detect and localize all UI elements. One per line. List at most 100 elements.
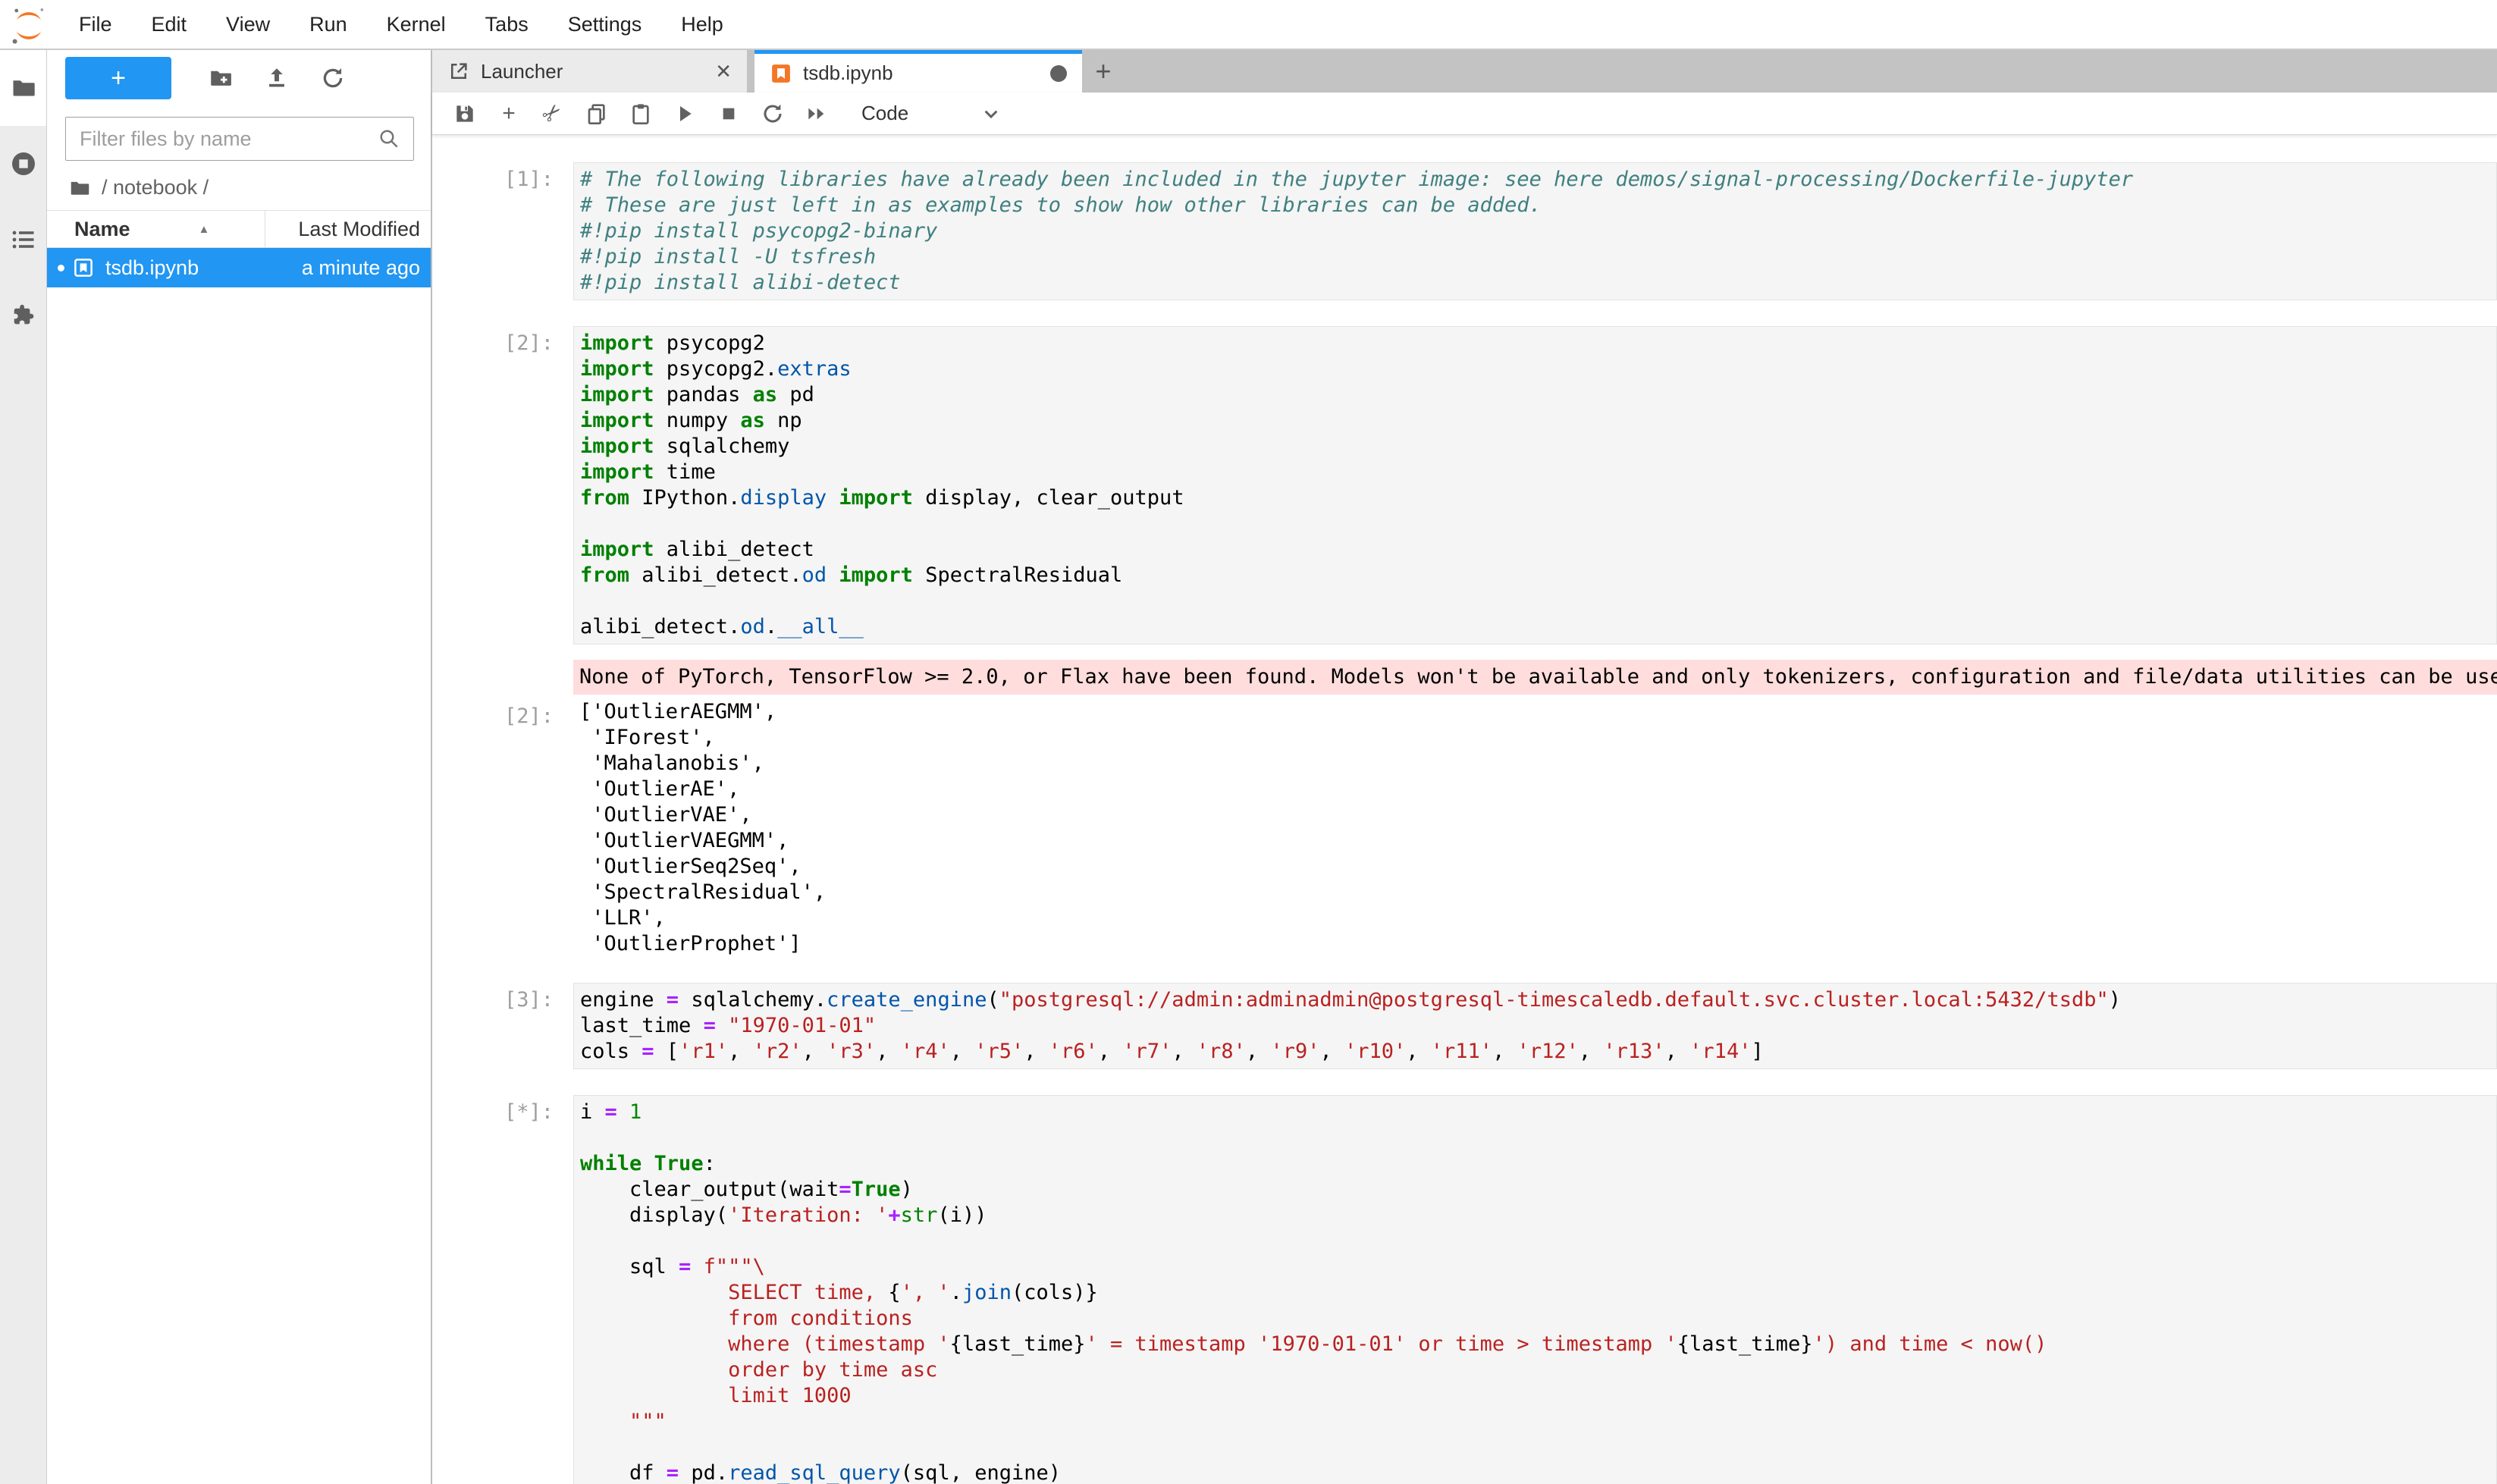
- refresh-file-list-button[interactable]: [305, 57, 361, 99]
- file-row-tsdb-ipynb[interactable]: tsdb.ipynb a minute ago: [47, 248, 431, 287]
- cell-type-dropdown-arrow[interactable]: [969, 93, 1013, 135]
- file-list-header: Name ▲ Last Modified: [47, 210, 431, 248]
- menu-settings[interactable]: Settings: [548, 0, 662, 49]
- unsaved-dot: [58, 265, 64, 271]
- restart-kernel-button[interactable]: [751, 93, 795, 135]
- code-line: clear_output(wait=True): [580, 1177, 2496, 1203]
- code-line: import psycopg2: [580, 331, 2496, 356]
- launcher-icon: [447, 60, 470, 83]
- upload-button[interactable]: [249, 57, 305, 99]
- code-line: [580, 1125, 2496, 1151]
- stop-circle-icon: [10, 150, 37, 177]
- file-filter-input[interactable]: [65, 117, 414, 161]
- sidebar-tab-running-kernels[interactable]: [0, 126, 46, 202]
- menu-help[interactable]: Help: [661, 0, 743, 49]
- code-line: while True:: [580, 1151, 2496, 1177]
- menu-bar: File Edit View Run Kernel Tabs Settings …: [0, 0, 2497, 50]
- sidebar-tab-table-of-contents[interactable]: [0, 202, 46, 278]
- insert-cell-button[interactable]: +: [487, 93, 531, 135]
- code-line: #!pip install alibi-detect: [580, 270, 2496, 296]
- code-line: [580, 1435, 2496, 1460]
- paste-icon: [629, 102, 653, 126]
- save-icon: [453, 102, 477, 126]
- code-cell: [3]:engine = sqlalchemy.create_engine("p…: [432, 983, 2497, 1069]
- menu-run[interactable]: Run: [290, 0, 367, 49]
- cell-prompt: [2]:: [432, 699, 573, 957]
- code-line: import pandas as pd: [580, 382, 2496, 408]
- menu-view[interactable]: View: [206, 0, 290, 49]
- new-launcher-button[interactable]: +: [65, 57, 171, 99]
- code-line: from IPython.display import display, cle…: [580, 485, 2496, 511]
- copy-cells-button[interactable]: [575, 93, 619, 135]
- file-last-modified: a minute ago: [302, 256, 431, 280]
- column-header-name[interactable]: Name ▲: [47, 211, 265, 247]
- menu-file[interactable]: File: [59, 0, 132, 49]
- notebook-scroll-area[interactable]: [1]: # The following libraries have alrea…: [432, 135, 2497, 1484]
- code-line: alibi_detect.od.__all__: [580, 614, 2496, 640]
- code-line: #!pip install psycopg2-binary: [580, 218, 2496, 244]
- list-icon: [10, 226, 37, 253]
- cell-type-dropdown[interactable]: Code: [861, 102, 908, 125]
- sidebar-tab-file-browser[interactable]: [0, 50, 46, 126]
- restart-run-all-button[interactable]: [795, 93, 839, 135]
- code-line: 'OutlierSeq2Seq',: [579, 854, 2497, 880]
- column-header-last-modified[interactable]: Last Modified: [265, 218, 431, 241]
- menu-tabs[interactable]: Tabs: [466, 0, 548, 49]
- tab-tsdb-ipynb[interactable]: tsdb.ipynb: [754, 50, 1082, 93]
- code-line: None of PyTorch, TensorFlow >= 2.0, or F…: [579, 664, 2497, 690]
- chevron-down-icon: [979, 102, 1003, 126]
- code-line: # These are just left in as examples to …: [580, 193, 2496, 218]
- interrupt-kernel-button[interactable]: [707, 93, 751, 135]
- notebook-toolbar: + ✂ Code: [432, 93, 2497, 135]
- code-line: where (timestamp '{last_time}' = timesta…: [580, 1332, 2496, 1357]
- upload-icon: [264, 65, 290, 91]
- sidebar-tab-extensions[interactable]: [0, 278, 46, 353]
- restart-icon: [761, 102, 785, 126]
- activity-bar: [0, 50, 47, 1484]
- code-line: last_time = "1970-01-01": [580, 1013, 2496, 1039]
- code-editor[interactable]: # The following libraries have already b…: [573, 162, 2497, 300]
- file-browser-panel: + / notebook / Na: [47, 50, 432, 1484]
- copy-icon: [585, 102, 609, 126]
- fast-forward-icon: [805, 102, 829, 126]
- code-line: 'OutlierAE',: [579, 777, 2497, 802]
- paste-cells-button[interactable]: [619, 93, 663, 135]
- code-editor[interactable]: engine = sqlalchemy.create_engine("postg…: [573, 983, 2497, 1069]
- output-text: ['OutlierAEGMM', 'IForest', 'Mahalanobis…: [573, 699, 2497, 957]
- cut-cells-button[interactable]: ✂: [531, 93, 575, 135]
- code-line: # The following libraries have already b…: [580, 167, 2496, 193]
- run-icon: [673, 102, 697, 126]
- code-line: import sqlalchemy: [580, 434, 2496, 460]
- refresh-icon: [320, 65, 346, 91]
- code-line: cols = ['r1', 'r2', 'r3', 'r4', 'r5', 'r…: [580, 1039, 2496, 1065]
- code-editor[interactable]: i = 1 while True: clear_output(wait=True…: [573, 1095, 2497, 1484]
- new-tab-button[interactable]: +: [1082, 50, 1125, 93]
- code-line: #!pip install -U tsfresh: [580, 244, 2496, 270]
- main-dock-panel: Launcher ✕ tsdb.ipynb + + ✂: [432, 50, 2497, 1484]
- close-tab-icon[interactable]: ✕: [715, 60, 732, 83]
- folder-icon: [10, 74, 37, 102]
- code-line: 'SpectralResidual',: [579, 880, 2497, 905]
- code-line: 'Mahalanobis',: [579, 751, 2497, 777]
- code-line: 'IForest',: [579, 725, 2497, 751]
- tab-launcher[interactable]: Launcher ✕: [432, 50, 747, 93]
- code-line: import alibi_detect: [580, 537, 2496, 563]
- menu-kernel[interactable]: Kernel: [367, 0, 466, 49]
- cell-output: [2]:['OutlierAEGMM', 'IForest', 'Mahalan…: [432, 699, 2497, 957]
- dirty-indicator-icon[interactable]: [1050, 65, 1067, 82]
- run-cell-button[interactable]: [663, 93, 707, 135]
- cell-prompt: [1]:: [432, 162, 573, 300]
- tab-bar: Launcher ✕ tsdb.ipynb +: [432, 50, 2497, 93]
- menu-edit[interactable]: Edit: [132, 0, 207, 49]
- cell-prompt: [432, 660, 573, 695]
- file-browser-toolbar: +: [47, 50, 431, 100]
- code-line: ['OutlierAEGMM',: [579, 699, 2497, 725]
- new-folder-button[interactable]: [193, 57, 249, 99]
- save-button[interactable]: [443, 93, 487, 135]
- code-line: 'OutlierProphet']: [579, 931, 2497, 957]
- breadcrumb[interactable]: / notebook /: [68, 176, 431, 199]
- jupyter-logo-icon: [9, 6, 49, 45]
- tab-label: Launcher: [481, 60, 563, 83]
- code-editor[interactable]: import psycopg2import psycopg2.extrasimp…: [573, 326, 2497, 645]
- new-folder-icon: [208, 65, 234, 91]
